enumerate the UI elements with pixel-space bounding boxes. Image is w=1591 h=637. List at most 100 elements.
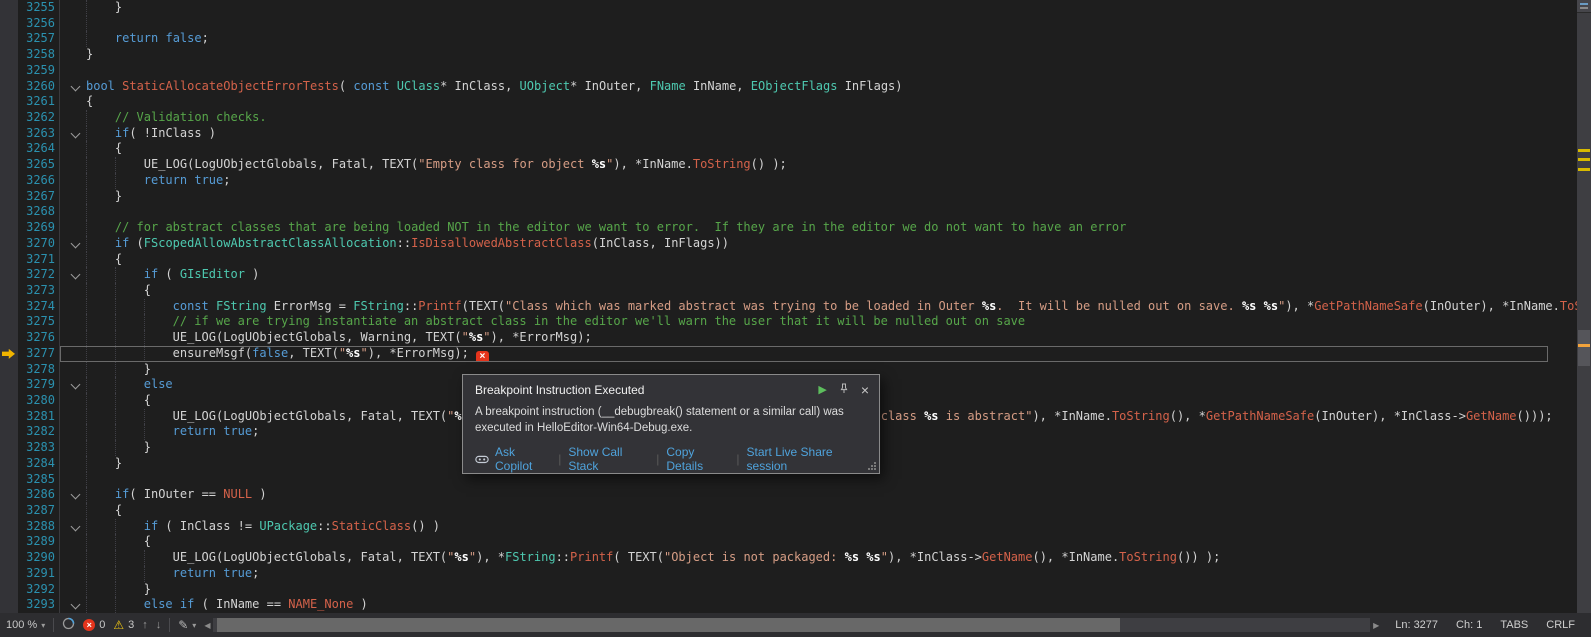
breakpoint-margin[interactable] xyxy=(0,141,18,157)
breakpoint-margin[interactable] xyxy=(0,314,18,330)
breakpoint-margin[interactable] xyxy=(0,550,18,566)
breakpoint-error-icon[interactable]: × xyxy=(476,351,489,362)
fold-margin[interactable] xyxy=(59,377,86,393)
horizontal-scrollbar-thumb[interactable] xyxy=(217,618,1119,632)
breakpoint-margin[interactable] xyxy=(0,330,18,346)
breakpoint-margin[interactable] xyxy=(0,252,18,268)
scroll-right-arrow-icon[interactable]: ▶ xyxy=(1373,621,1379,630)
chevron-down-icon[interactable] xyxy=(71,81,81,91)
code-line[interactable]: 3268 xyxy=(0,204,1577,220)
code-cleanup-control[interactable]: ✎ ▾ xyxy=(178,618,196,632)
breakpoint-margin[interactable] xyxy=(0,566,18,582)
breakpoint-margin[interactable] xyxy=(0,79,18,95)
code-line[interactable]: 3271{ xyxy=(0,252,1577,268)
popup-link-copy-details[interactable]: Copy Details xyxy=(666,445,729,473)
breakpoint-margin[interactable] xyxy=(0,47,18,63)
code-line[interactable]: 3288if ( InClass != UPackage::StaticClas… xyxy=(0,519,1577,535)
breakpoint-margin[interactable] xyxy=(0,362,18,378)
breakpoint-margin[interactable] xyxy=(0,487,18,503)
code-line[interactable]: 3258} xyxy=(0,47,1577,63)
code-line[interactable]: 3264{ xyxy=(0,141,1577,157)
breakpoint-margin[interactable] xyxy=(0,204,18,220)
code-line[interactable]: 3272if ( GIsEditor ) xyxy=(0,267,1577,283)
code-line[interactable]: 3263if( !InClass ) xyxy=(0,126,1577,142)
chevron-down-icon[interactable] xyxy=(71,521,81,531)
breakpoint-margin[interactable] xyxy=(0,503,18,519)
breakpoint-margin[interactable] xyxy=(0,409,18,425)
popup-link-show-call-stack[interactable]: Show Call Stack xyxy=(568,445,649,473)
code-line[interactable]: 3266return true; xyxy=(0,173,1577,189)
code-line[interactable]: 3267} xyxy=(0,189,1577,205)
code-line[interactable]: 3255} xyxy=(0,0,1577,16)
chevron-down-icon[interactable] xyxy=(71,490,81,500)
fold-margin[interactable] xyxy=(59,597,86,613)
breakpoint-margin[interactable] xyxy=(0,189,18,205)
breakpoint-margin[interactable] xyxy=(0,424,18,440)
breakpoint-margin[interactable] xyxy=(0,582,18,598)
chevron-down-icon[interactable] xyxy=(71,128,81,138)
popup-link-start-live-share-session[interactable]: Start Live Share session xyxy=(747,445,867,473)
next-issue-button[interactable]: ↓ xyxy=(156,619,162,631)
breakpoint-margin[interactable] xyxy=(0,346,18,362)
code-line[interactable]: 3260bool StaticAllocateObjectErrorTests(… xyxy=(0,79,1577,95)
breakpoint-margin[interactable] xyxy=(0,236,18,252)
code-line[interactable]: 3257return false; xyxy=(0,31,1577,47)
code-line[interactable]: 3286if( InOuter == NULL ) xyxy=(0,487,1577,503)
fold-margin[interactable] xyxy=(59,126,86,142)
horizontal-scrollbar[interactable] xyxy=(213,618,1370,632)
status-indent-mode[interactable]: TABS xyxy=(1500,619,1528,631)
code-line[interactable]: 3277ensureMsgf(false, TEXT("%s"), *Error… xyxy=(0,346,1577,362)
code-line[interactable]: 3289{ xyxy=(0,534,1577,550)
breakpoint-margin[interactable] xyxy=(0,31,18,47)
code-line[interactable]: 3275// if we are trying instantiate an a… xyxy=(0,314,1577,330)
pin-icon[interactable] xyxy=(838,382,850,397)
breakpoint-margin[interactable] xyxy=(0,267,18,283)
fold-margin[interactable] xyxy=(59,79,86,95)
vertical-scrollbar[interactable] xyxy=(1577,0,1591,613)
code-line[interactable]: 3274const FString ErrorMsg = FString::Pr… xyxy=(0,299,1577,315)
breakpoint-margin[interactable] xyxy=(0,63,18,79)
code-line[interactable]: 3290UE_LOG(LogUObjectGlobals, Fatal, TEX… xyxy=(0,550,1577,566)
document-health-icon[interactable] xyxy=(62,617,75,633)
breakpoint-margin[interactable] xyxy=(0,534,18,550)
code-line[interactable]: 3292} xyxy=(0,582,1577,598)
chevron-down-icon[interactable] xyxy=(71,600,81,610)
fold-margin[interactable] xyxy=(59,487,86,503)
code-line[interactable]: 3262// Validation checks. xyxy=(0,110,1577,126)
chevron-down-icon[interactable] xyxy=(71,380,81,390)
code-line[interactable]: 3273{ xyxy=(0,283,1577,299)
code-line[interactable]: 3276UE_LOG(LogUObjectGlobals, Warning, T… xyxy=(0,330,1577,346)
breakpoint-margin[interactable] xyxy=(0,94,18,110)
fold-margin[interactable] xyxy=(59,267,86,283)
status-line-number[interactable]: Ln: 3277 xyxy=(1395,619,1438,631)
breakpoint-margin[interactable] xyxy=(0,110,18,126)
error-indicator[interactable]: × 0 xyxy=(83,619,105,631)
code-line[interactable]: 3265UE_LOG(LogUObjectGlobals, Fatal, TEX… xyxy=(0,157,1577,173)
breakpoint-margin[interactable] xyxy=(0,597,18,613)
warning-indicator[interactable]: ⚠ 3 xyxy=(113,619,134,631)
continue-execution-icon[interactable]: ▶ xyxy=(818,384,826,396)
close-icon[interactable]: × xyxy=(861,384,869,396)
code-editor[interactable]: 3255}32563257return false;3258}32593260b… xyxy=(0,0,1577,613)
code-line[interactable]: 3291return true; xyxy=(0,566,1577,582)
breakpoint-margin[interactable] xyxy=(0,220,18,236)
breakpoint-margin[interactable] xyxy=(0,0,18,16)
breakpoint-margin[interactable] xyxy=(0,16,18,32)
code-line[interactable]: 3270if (FScopedAllowAbstractClassAllocat… xyxy=(0,236,1577,252)
code-line[interactable]: 3259 xyxy=(0,63,1577,79)
status-line-ending[interactable]: CRLF xyxy=(1546,619,1575,631)
resize-grip-icon[interactable] xyxy=(867,461,876,470)
code-line[interactable]: 3293else if ( InName == NAME_None ) xyxy=(0,597,1577,613)
breakpoint-margin[interactable] xyxy=(0,299,18,315)
split-window-button[interactable] xyxy=(1577,0,1591,13)
breakpoint-margin[interactable] xyxy=(0,126,18,142)
popup-link-ask-copilot[interactable]: Ask Copilot xyxy=(495,445,551,473)
code-line[interactable]: 3287{ xyxy=(0,503,1577,519)
breakpoint-margin[interactable] xyxy=(0,173,18,189)
breakpoint-margin[interactable] xyxy=(0,377,18,393)
status-column-number[interactable]: Ch: 1 xyxy=(1456,619,1482,631)
previous-issue-button[interactable]: ↑ xyxy=(142,619,148,631)
breakpoint-margin[interactable] xyxy=(0,472,18,488)
scroll-left-arrow-icon[interactable]: ◀ xyxy=(204,621,210,630)
chevron-down-icon[interactable] xyxy=(71,270,81,280)
